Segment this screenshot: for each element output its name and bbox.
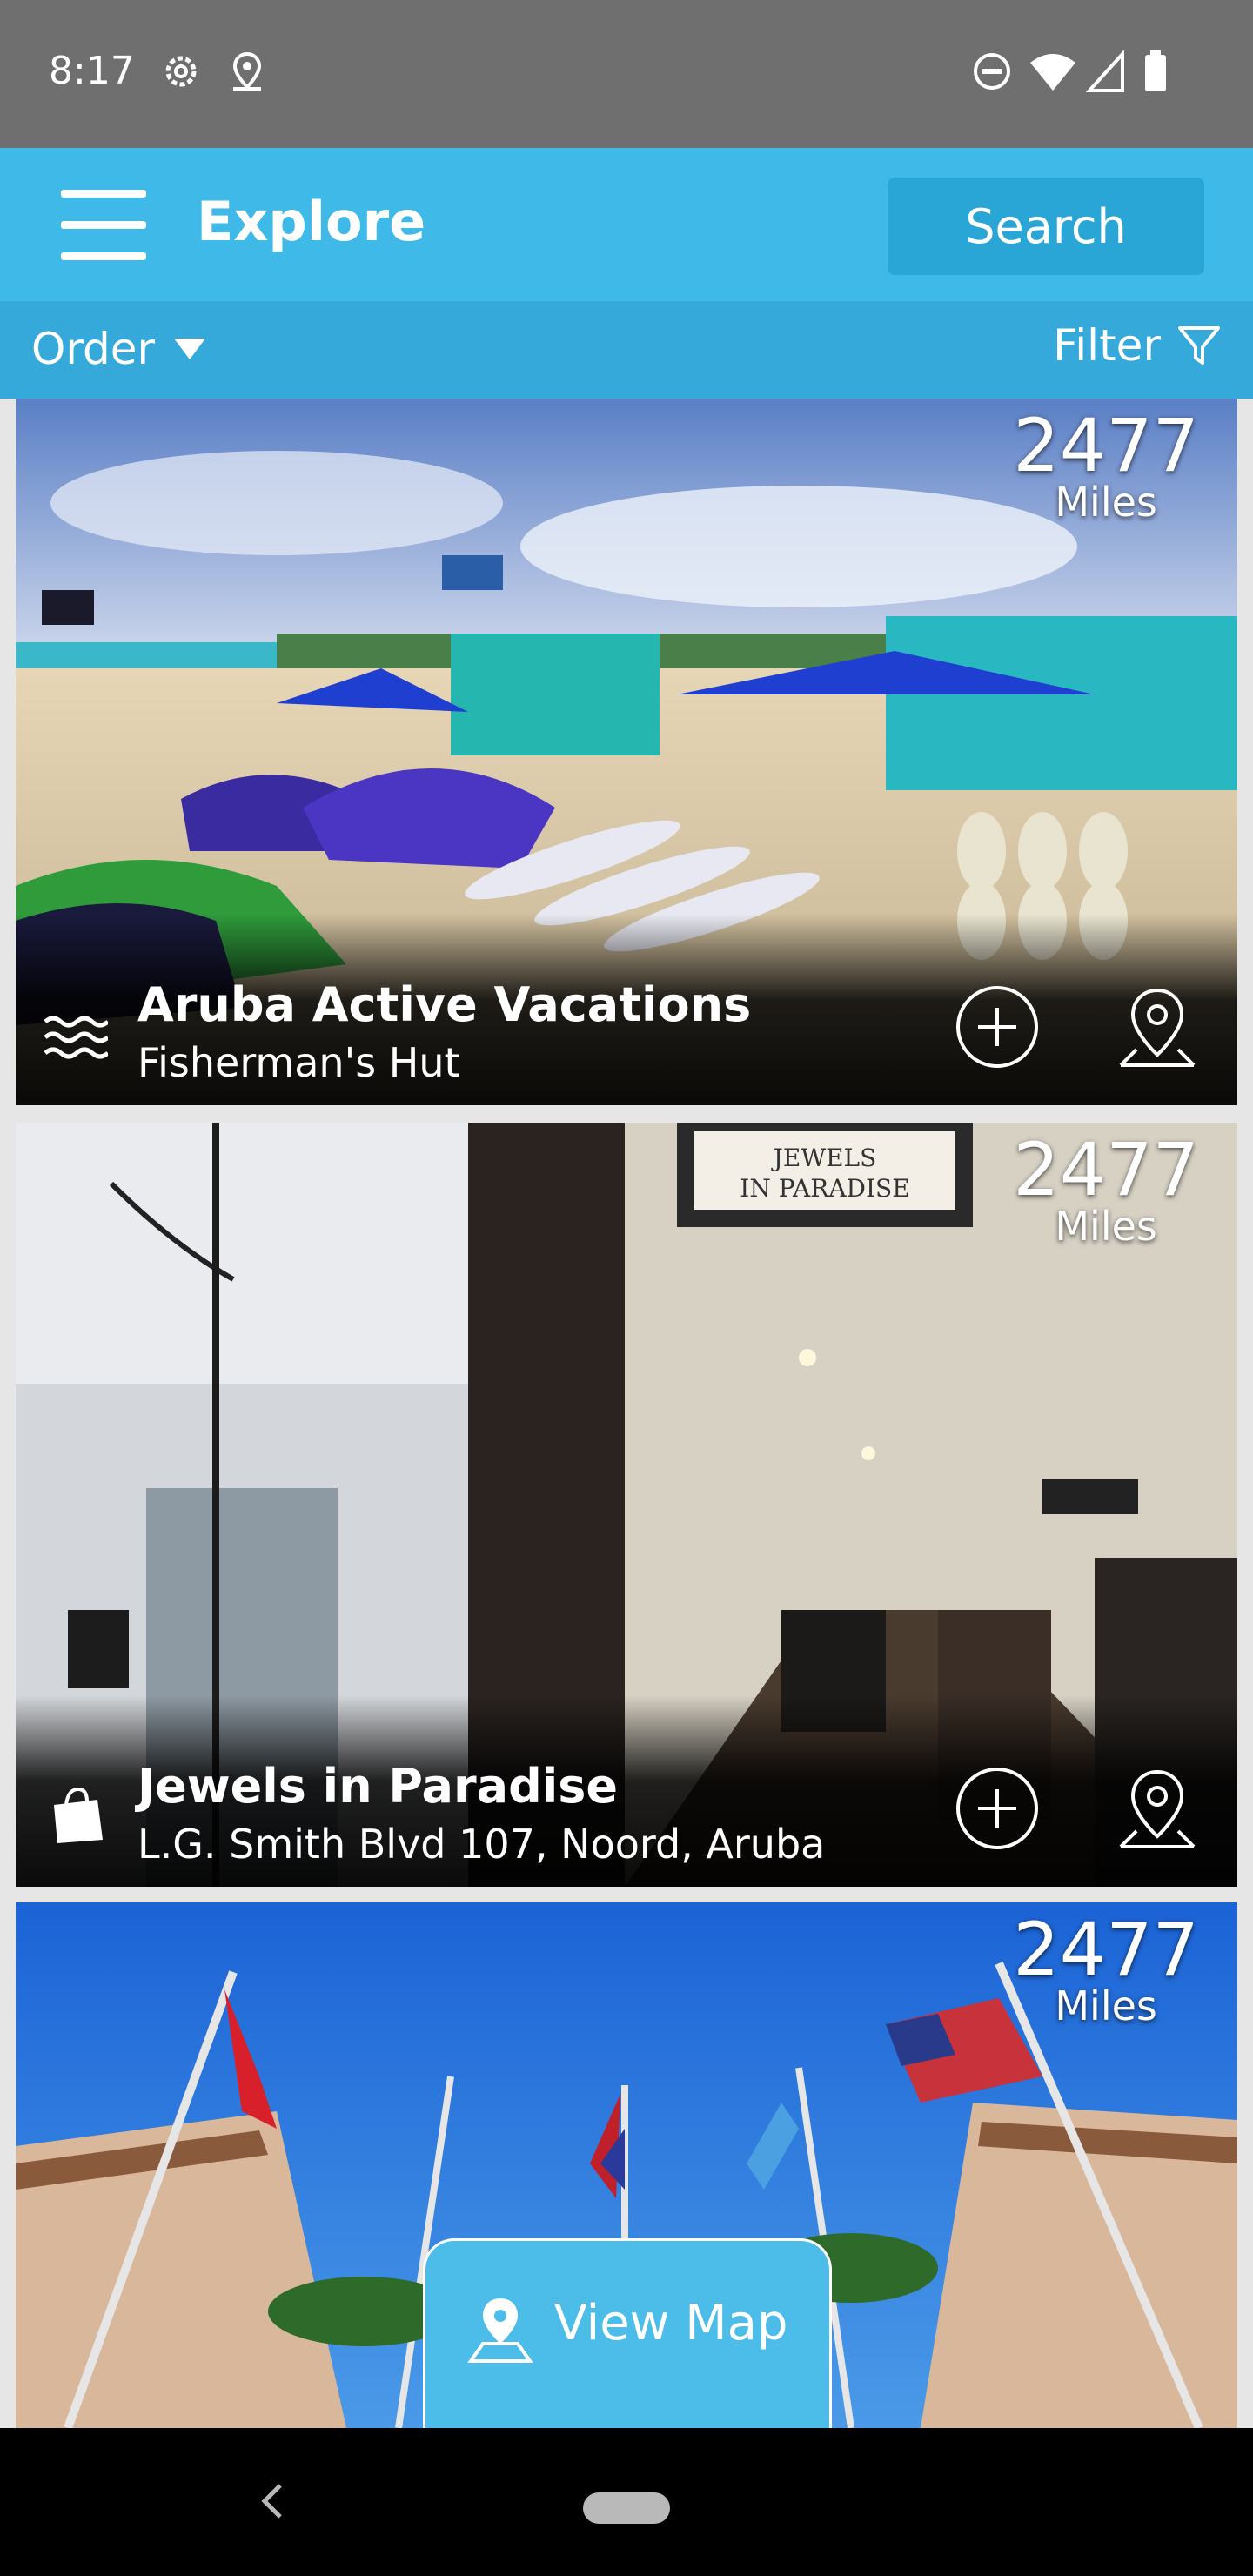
order-dropdown[interactable]: Order — [31, 324, 206, 374]
do-not-disturb-icon — [971, 50, 1013, 96]
status-time: 8:17 — [49, 49, 135, 93]
system-nav-bar — [0, 2428, 1253, 2576]
wifi-icon — [1029, 50, 1077, 96]
filter-button[interactable]: Filter — [1053, 320, 1222, 371]
map-location-icon — [466, 2298, 533, 2363]
card-footer: Jewels in Paradise L.G. Smith Blvd 107, … — [16, 1695, 1237, 1887]
hamburger-menu-icon[interactable] — [61, 190, 146, 260]
add-plus-icon[interactable] — [954, 983, 1041, 1074]
listing-card[interactable]: 2477 Miles Aruba Active Vacations Fisher… — [16, 399, 1237, 1105]
location-pin-icon — [228, 50, 266, 96]
order-label: Order — [31, 324, 156, 374]
listing-subtitle: Fisherman's Hut — [137, 1039, 460, 1086]
search-button[interactable]: Search — [888, 178, 1204, 275]
filter-funnel-icon — [1178, 326, 1220, 365]
settings-icon — [160, 50, 202, 96]
page-title: Explore — [197, 190, 426, 253]
card-footer: Aruba Active Vacations Fisherman's Hut — [16, 914, 1237, 1105]
caret-down-icon — [174, 339, 206, 359]
distance-badge: 2477 Miles — [1013, 1906, 1199, 2026]
map-pin-icon[interactable] — [1114, 983, 1201, 1074]
waves-icon — [42, 1013, 110, 1069]
add-plus-icon[interactable] — [954, 1765, 1041, 1855]
listing-title: Jewels in Paradise — [137, 1759, 618, 1814]
svg-text:JEWELS: JEWELS — [771, 1144, 877, 1172]
filter-label: Filter — [1053, 320, 1161, 371]
app-bar: Explore Search — [0, 148, 1253, 301]
distance-value: 2477 — [1013, 1127, 1199, 1212]
listing-card[interactable]: JEWELS IN PARADISE 2477 Miles Jewels in … — [16, 1123, 1237, 1887]
status-bar: 8:17 — [0, 0, 1253, 148]
sort-filter-bar: Order Filter — [0, 301, 1253, 399]
back-chevron-icon[interactable] — [254, 2475, 289, 2531]
signal-icon — [1085, 49, 1126, 96]
battery-icon — [1143, 50, 1168, 96]
listing-subtitle: L.G. Smith Blvd 107, Noord, Aruba — [137, 1821, 826, 1868]
view-map-button[interactable]: View Map — [423, 2238, 832, 2430]
home-pill-button[interactable] — [583, 2492, 670, 2524]
svg-text:IN PARADISE: IN PARADISE — [740, 1174, 909, 1203]
distance-badge: 2477 Miles — [1013, 1126, 1199, 1246]
listing-title: Aruba Active Vacations — [137, 977, 752, 1032]
map-pin-icon[interactable] — [1114, 1765, 1201, 1855]
distance-value: 2477 — [1013, 1907, 1199, 1992]
shopping-bag-icon — [42, 1786, 108, 1850]
distance-value: 2477 — [1013, 403, 1199, 488]
view-map-label: View Map — [553, 2295, 788, 2351]
distance-badge: 2477 Miles — [1013, 402, 1199, 522]
